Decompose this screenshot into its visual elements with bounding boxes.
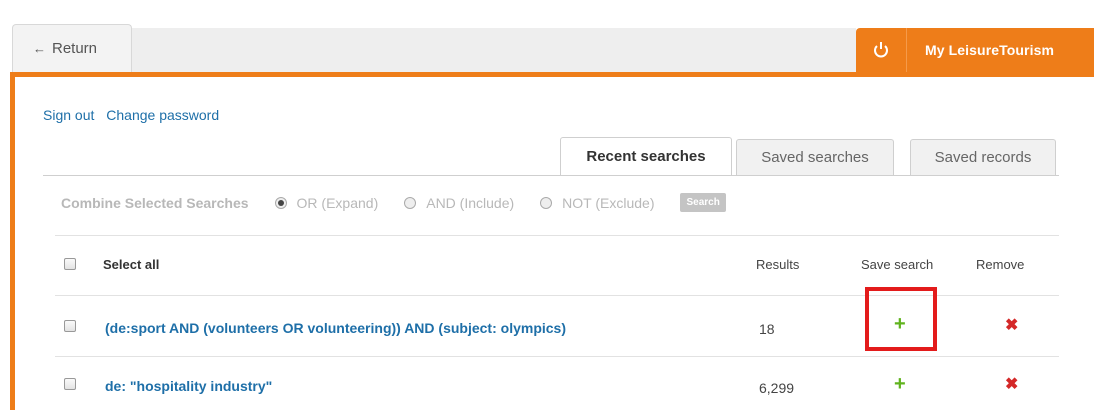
divider [55,356,1059,357]
or-label: OR (Expand) [296,194,379,211]
my-leisuretourism-label: My LeisureTourism [925,42,1055,58]
results-count: 18 [759,321,775,337]
remove-icon[interactable]: ✖ [1005,377,1018,393]
save-search-header: Save search [861,257,934,272]
remove-header: Remove [976,257,1025,272]
back-arrow-icon: ← [33,41,46,56]
add-icon[interactable]: + [894,374,906,394]
and-label: AND (Include) [426,194,515,211]
tab-divider [43,175,1059,176]
save-search-highlight-box [865,287,937,351]
tab-recent-searches[interactable]: Recent searches [560,137,732,175]
sign-out-link[interactable]: Sign out [43,107,94,123]
select-all-label: Select all [103,257,160,272]
not-label: NOT (Exclude) [562,194,655,211]
not-radio[interactable]: NOT (Exclude) [540,195,654,211]
tab-separator [906,28,907,72]
search-query-link[interactable]: (de:sport AND (volunteers OR volunteerin… [105,320,566,336]
select-all-checkbox[interactable] [64,258,76,270]
combine-title: Combine Selected Searches [61,194,249,211]
divider [55,235,1059,236]
account-panel: Sign out Change password Recent searches… [10,72,1094,410]
radio-dot [274,196,287,209]
my-leisuretourism-tab[interactable]: My LeisureTourism [856,28,1094,72]
remove-icon[interactable]: ✖ [1005,318,1018,334]
top-bar: ← Return My LeisureTourism [0,0,1094,72]
row-checkbox[interactable] [64,378,76,390]
change-password-link[interactable]: Change password [106,107,219,123]
and-radio[interactable]: AND (Include) [404,195,514,211]
row-checkbox[interactable] [64,320,76,332]
radio-dot [540,196,553,209]
return-label: Return [52,40,98,57]
results-count: 6,299 [759,380,795,396]
radio-dot [404,196,417,209]
results-header: Results [756,257,800,272]
tab-saved-records[interactable]: Saved records [910,139,1056,175]
tab-saved-searches[interactable]: Saved searches [736,139,894,175]
power-icon [874,42,888,58]
combine-searches: Combine Selected Searches OR (Expand) AN… [61,193,726,212]
combine-search-button[interactable]: Search [680,193,726,212]
return-button[interactable]: ← Return [12,24,132,72]
search-query-link[interactable]: de: "hospitality industry" [105,378,272,394]
or-radio[interactable]: OR (Expand) [274,194,379,211]
header-strip [132,28,856,72]
account-links: Sign out Change password [43,107,227,123]
